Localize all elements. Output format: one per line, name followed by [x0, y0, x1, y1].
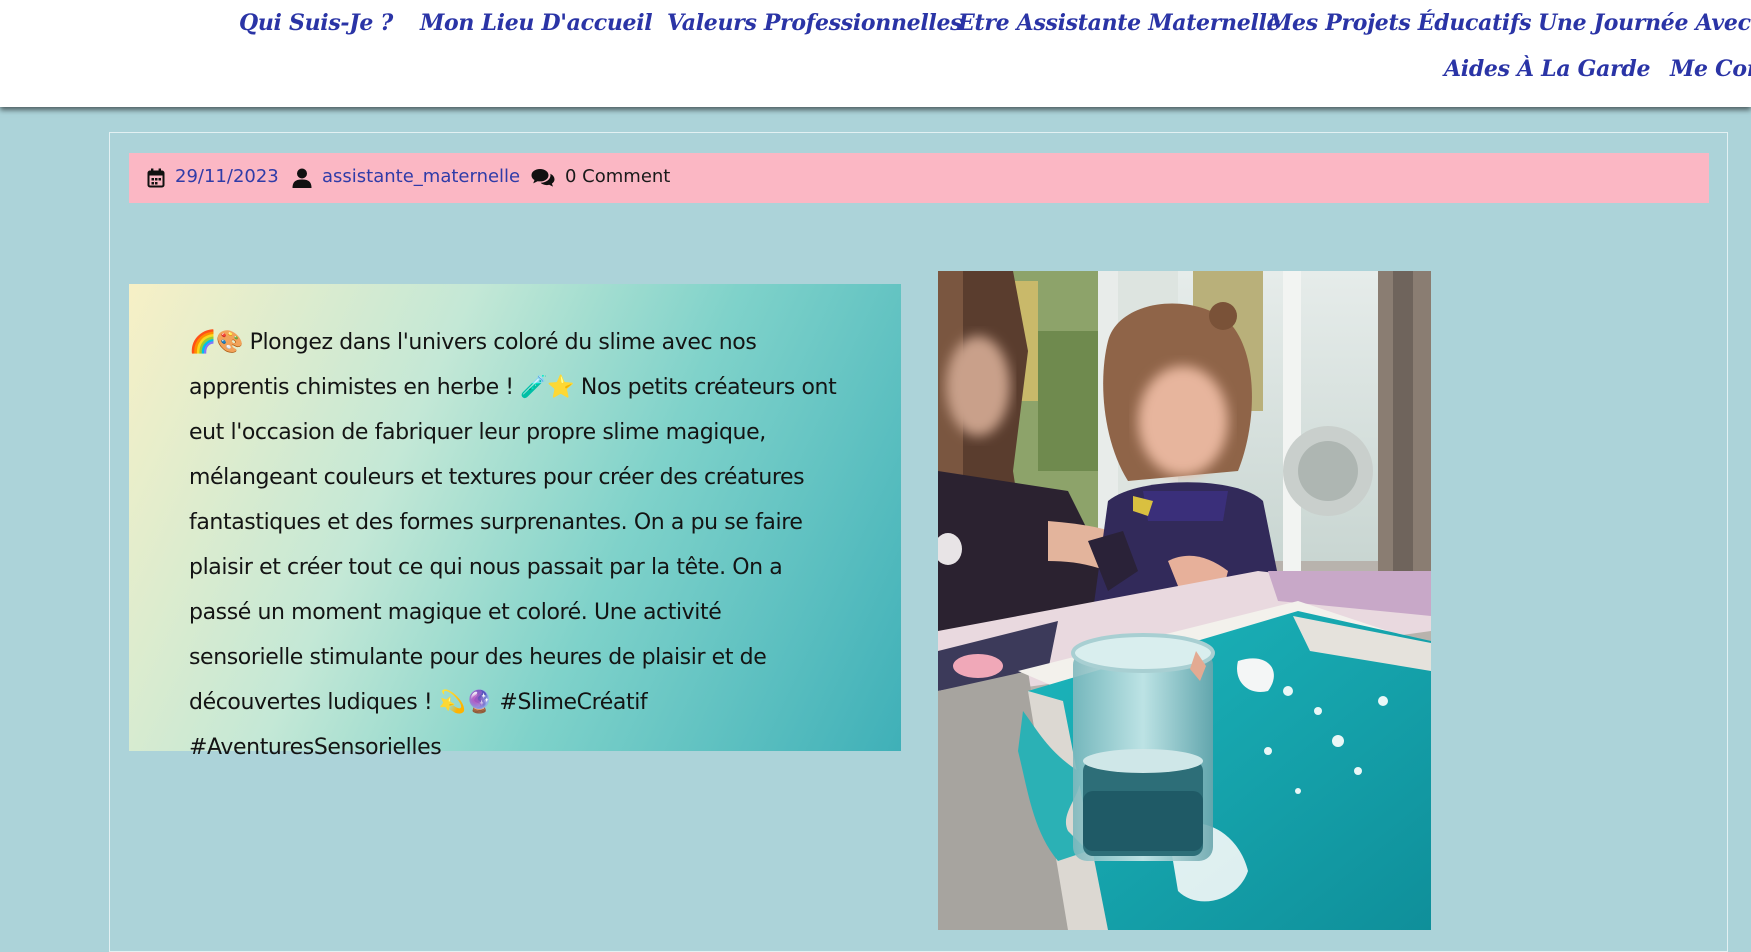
nav-item-valeurs-professionnelles[interactable]: Valeurs Professionnelles: [667, 10, 963, 36]
comments-icon: [531, 168, 555, 193]
nav-item-une-journee[interactable]: Une Journée Avec Cha: [1538, 10, 1751, 36]
post-date-link[interactable]: 29/11/2023: [175, 166, 279, 187]
user-icon: [292, 168, 312, 193]
nav-item-qui-suis-je[interactable]: Qui Suis-Je ?: [239, 10, 393, 36]
post-photo: [938, 271, 1431, 930]
comment-count: 0 Comment: [565, 166, 671, 187]
post-author-link[interactable]: assistante_maternelle: [322, 166, 520, 187]
nav-item-me-contacter[interactable]: Me Cont: [1670, 56, 1751, 82]
nav-item-mon-lieu-daccueil[interactable]: Mon Lieu D'accueil: [420, 10, 653, 36]
post-meta-bar: 29/11/2023 assistante_maternelle 0 Comme…: [129, 153, 1709, 203]
main-navigation: Qui Suis-Je ? Mon Lieu D'accueil Valeurs…: [0, 0, 1751, 107]
nav-item-mes-projets-educatifs[interactable]: Mes Projets Éducatifs: [1268, 10, 1532, 36]
post-body-text: 🌈🎨 Plongez dans l'univers coloré du slim…: [189, 330, 837, 760]
nav-item-aides-a-la-garde[interactable]: Aides À La Garde: [1444, 56, 1650, 82]
nav-item-etre-assistante-maternelle[interactable]: Etre Assistante Maternelle: [958, 10, 1281, 36]
calendar-icon: [147, 168, 165, 193]
post-text-block: 🌈🎨 Plongez dans l'univers coloré du slim…: [129, 284, 901, 760]
